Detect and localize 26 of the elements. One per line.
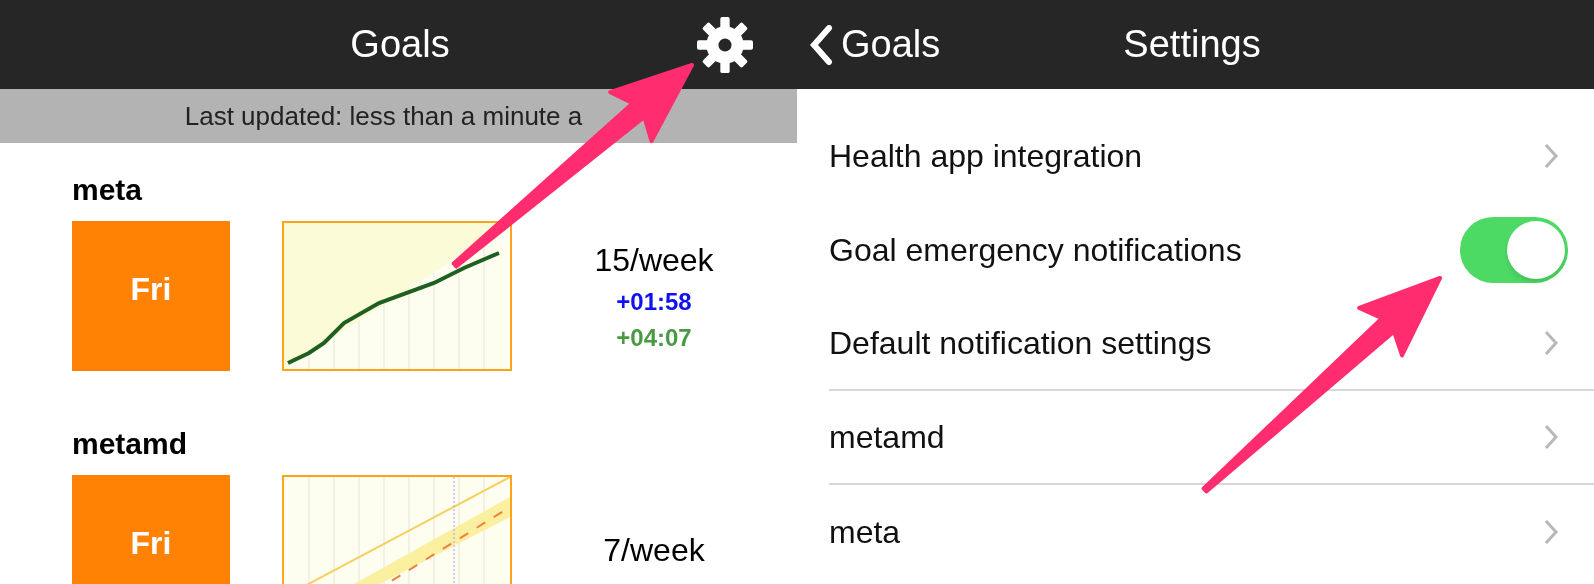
back-button[interactable]: Goals: [809, 16, 941, 73]
goal-rate: 15/week: [594, 241, 714, 280]
screen-title: Goals: [350, 22, 450, 67]
screen-title: Settings: [1123, 22, 1261, 67]
chevron-right-icon: [1544, 330, 1558, 356]
row-label: metamd: [829, 418, 945, 457]
safety-buffer: +04:07: [616, 323, 692, 353]
settings-row[interactable]: Goal emergency notifications: [829, 203, 1594, 297]
goal-rate: 7/week: [603, 531, 705, 570]
row-label: meta: [829, 513, 901, 552]
chevron-right-icon: [1544, 519, 1558, 545]
row-label: Health app integration: [829, 137, 1143, 176]
settings-icon[interactable]: [697, 16, 753, 73]
deadline-day: Fri: [130, 273, 172, 305]
deadline-day: Fri: [130, 527, 172, 559]
chevron-right-icon: [1544, 143, 1558, 169]
settings-row[interactable]: meta: [829, 485, 1594, 579]
goal-name: metamd: [72, 429, 189, 459]
row-label: Goal emergency notifications: [829, 231, 1242, 270]
safety-buffer: +01:58: [616, 287, 692, 317]
settings-row[interactable]: Health app integration: [829, 109, 1594, 203]
chevron-right-icon: [1544, 424, 1558, 450]
last-updated-text: Last updated: less than a minute a: [184, 99, 584, 133]
back-chevron-icon: [809, 24, 833, 65]
row-label: Default notification settings: [829, 324, 1212, 363]
goal-name: meta: [72, 175, 144, 205]
